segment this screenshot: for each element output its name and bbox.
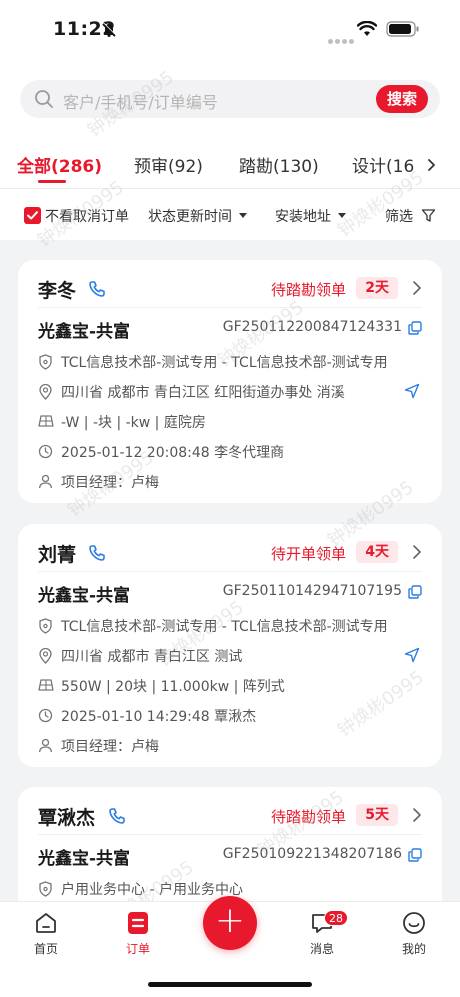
smile-face-icon xyxy=(384,910,444,936)
order-status: 待踏勘领单 xyxy=(270,808,346,826)
days-badge: 2天 xyxy=(356,277,398,299)
org-text: TCL信息技术部-测试专用 - TCL信息技术部-测试专用 xyxy=(61,355,388,371)
hide-cancelled-label[interactable]: 不看取消订单 xyxy=(45,206,129,226)
company-name: 光鑫宝-共富 xyxy=(38,586,131,606)
wifi-icon xyxy=(356,20,378,41)
battery-icon xyxy=(386,21,420,41)
customer-name: 覃湫杰 xyxy=(38,807,96,829)
tab-home[interactable]: 首页 xyxy=(16,910,76,957)
order-code: GF250109221348207186 xyxy=(222,846,402,862)
order-card[interactable]: 刘菁 待开单领单 4天 光鑫宝-共富 GF250110142947107195 … xyxy=(18,524,442,767)
card-divider xyxy=(38,571,422,572)
customer-name: 刘菁 xyxy=(38,544,77,566)
navigate-icon[interactable] xyxy=(404,383,420,403)
tab-orders[interactable]: 订单 xyxy=(108,910,168,957)
address-text: 四川省 成都市 青白江区 红阳街道办事处 消溪 xyxy=(61,385,345,401)
datetime-text: 2025-01-12 20:08:48 李冬代理商 xyxy=(61,445,285,461)
solar-panel-icon xyxy=(38,678,54,696)
company-name: 光鑫宝-共富 xyxy=(38,322,131,342)
order-card[interactable]: 李冬 待踏勘领单 2天 光鑫宝-共富 GF250112200847124331 … xyxy=(18,260,442,503)
home-indicator xyxy=(148,982,312,987)
caret-down-icon xyxy=(338,212,346,218)
sort-dropdown-label: 状态更新时间 xyxy=(148,209,232,225)
solar-panel-icon xyxy=(38,414,54,432)
tab-messages-label: 消息 xyxy=(309,942,334,956)
person-icon xyxy=(38,474,53,493)
hide-cancelled-checkbox[interactable] xyxy=(24,207,41,224)
orders-icon xyxy=(108,910,168,936)
bell-muted-icon xyxy=(101,22,117,42)
specs-text: 550W | 20块 | 11.000kw | 阵列式 xyxy=(61,679,285,695)
sort-dropdown[interactable]: 状态更新时间 xyxy=(148,206,247,226)
chevron-right-icon[interactable] xyxy=(412,280,422,300)
tab-mine-label: 我的 xyxy=(401,942,426,956)
org-text: TCL信息技术部-测试专用 - TCL信息技术部-测试专用 xyxy=(61,619,388,635)
order-status: 待开单领单 xyxy=(270,545,346,563)
add-order-button[interactable]: + xyxy=(203,896,257,950)
search-bar[interactable]: 客户/手机号/订单编号 搜索 xyxy=(20,80,440,118)
phone-icon[interactable] xyxy=(108,807,126,829)
card-divider xyxy=(38,834,422,835)
filter-button[interactable]: 筛选 xyxy=(385,206,436,226)
signal-dots-icon xyxy=(328,29,356,48)
order-status: 待踏勘领单 xyxy=(270,281,346,299)
company-name: 光鑫宝-共富 xyxy=(38,849,131,869)
copy-icon[interactable] xyxy=(408,847,422,866)
address-text: 四川省 成都市 青白江区 测试 xyxy=(61,649,243,665)
tab-orders-label: 订单 xyxy=(125,942,150,956)
customer-name: 李冬 xyxy=(38,280,77,302)
location-pin-icon xyxy=(38,383,53,404)
address-dropdown[interactable]: 安装地址 xyxy=(275,206,346,226)
tab-design[interactable]: 设计(16 xyxy=(352,152,414,177)
active-tab-indicator xyxy=(38,180,66,183)
funnel-icon xyxy=(422,209,436,222)
phone-icon[interactable] xyxy=(88,544,106,566)
clock-icon xyxy=(38,444,53,463)
navigate-icon[interactable] xyxy=(404,647,420,667)
tabs-divider xyxy=(0,188,460,189)
order-code: GF250112200847124331 xyxy=(222,319,402,335)
location-pin-icon xyxy=(38,647,53,668)
copy-icon[interactable] xyxy=(408,584,422,603)
status-bar: 11:22 xyxy=(0,0,460,60)
filter-button-label: 筛选 xyxy=(385,209,413,225)
messages-badge: 28 xyxy=(324,910,348,926)
shield-icon xyxy=(38,881,53,901)
tab-pre-review[interactable]: 预审(92) xyxy=(134,152,203,177)
specs-text: -W | -块 | -kw | 庭院房 xyxy=(61,415,206,431)
address-dropdown-label: 安装地址 xyxy=(275,209,331,225)
days-badge: 5天 xyxy=(356,804,398,826)
tab-messages[interactable]: 28 消息 xyxy=(292,910,352,957)
tab-home-label: 首页 xyxy=(33,942,58,956)
shield-icon xyxy=(38,354,53,374)
org-text: 户用业务中心 - 户用业务中心 xyxy=(61,882,243,898)
chevron-right-icon[interactable] xyxy=(412,544,422,564)
search-icon xyxy=(34,89,54,113)
home-icon xyxy=(16,910,76,936)
caret-down-icon xyxy=(239,212,247,218)
tabs-more-button[interactable] xyxy=(420,152,460,180)
order-code: GF250110142947107195 xyxy=(222,583,402,599)
chevron-right-icon[interactable] xyxy=(412,807,422,827)
manager-text: 项目经理：卢梅 xyxy=(61,739,159,755)
clock-icon xyxy=(38,708,53,727)
search-input[interactable]: 客户/手机号/订单编号 xyxy=(63,89,218,113)
search-button[interactable]: 搜索 xyxy=(376,85,428,113)
shield-icon xyxy=(38,618,53,638)
person-icon xyxy=(38,738,53,757)
status-tabs: 全部(286) 预审(92) 踏勘(130) 设计(16 xyxy=(0,148,460,183)
manager-text: 项目经理：卢梅 xyxy=(61,475,159,491)
tab-mine[interactable]: 我的 xyxy=(384,910,444,957)
copy-icon[interactable] xyxy=(408,320,422,339)
card-divider xyxy=(38,307,422,308)
phone-icon[interactable] xyxy=(88,280,106,302)
plus-icon: + xyxy=(214,900,246,941)
tab-survey[interactable]: 踏勘(130) xyxy=(239,152,319,177)
tab-all[interactable]: 全部(286) xyxy=(17,152,102,177)
datetime-text: 2025-01-10 14:29:48 覃湫杰 xyxy=(61,709,257,725)
filter-bar: 不看取消订单 状态更新时间 安装地址 筛选 xyxy=(0,198,460,234)
days-badge: 4天 xyxy=(356,541,398,563)
